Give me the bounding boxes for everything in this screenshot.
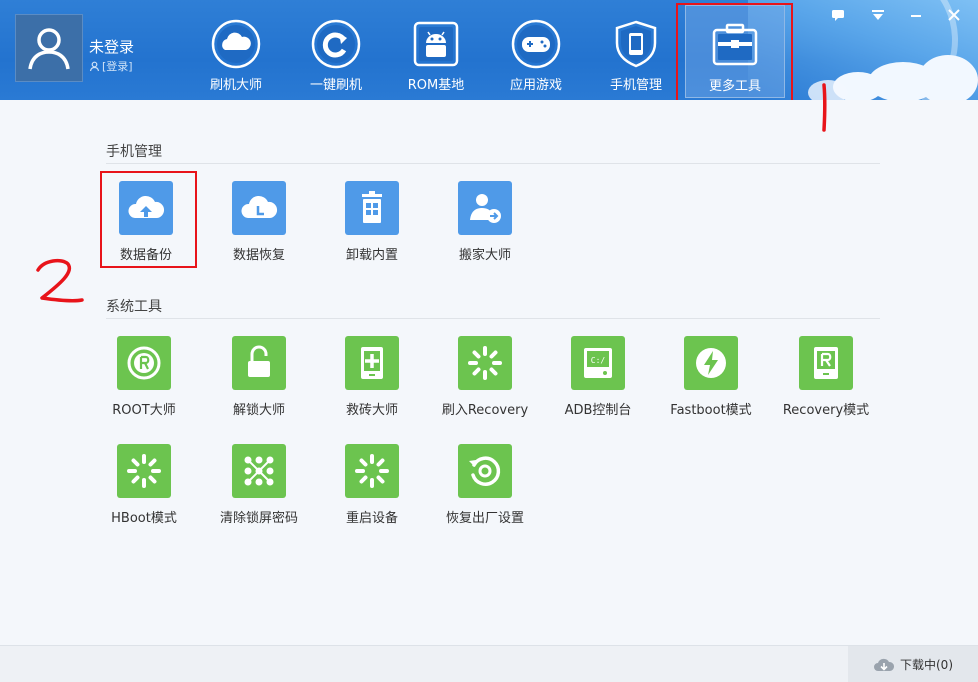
user-silhouette-icon (28, 28, 70, 70)
close-button[interactable] (945, 6, 963, 24)
nav-label: 手机管理 (609, 78, 662, 93)
tile-label: Recovery模式 (782, 403, 870, 418)
spinner-icon (127, 454, 161, 488)
tile-label: 清除锁屏密码 (219, 511, 298, 526)
user-name: 未登录 (89, 38, 135, 56)
svg-text:C:/: C:/ (591, 356, 606, 365)
tile-data-restore[interactable]: 数据恢复 (209, 181, 309, 263)
nav-label: 应用游戏 (509, 78, 562, 93)
annotation-number-1 (822, 83, 827, 132)
refresh-icon (311, 19, 361, 69)
android-icon (413, 21, 459, 67)
pattern-lock-icon (244, 456, 274, 486)
tile-label: HBoot模式 (111, 511, 177, 526)
feedback-button[interactable] (829, 6, 847, 24)
tile-label: 搬家大师 (458, 248, 511, 263)
tile-rescue-master[interactable]: 救砖大师 (322, 336, 422, 418)
download-status-button[interactable]: 下载中(0) (848, 646, 978, 682)
tile-move-master[interactable]: 搬家大师 (435, 181, 535, 263)
tile-hboot-mode[interactable]: HBoot模式 (94, 444, 194, 526)
gamepad-icon (511, 19, 561, 69)
section-title-system-tools: 系统工具 (106, 299, 162, 315)
phone-shield-icon (615, 20, 657, 68)
tile-reboot-device[interactable]: 重启设备 (322, 444, 422, 526)
nav-item-flash-master[interactable]: 刷机大师 (200, 0, 272, 100)
tile-recovery-mode[interactable]: Recovery模式 (776, 336, 876, 418)
cloud-icon (211, 19, 261, 69)
nav-item-apps-games[interactable]: 应用游戏 (500, 0, 572, 100)
factory-reset-icon (469, 456, 501, 486)
section-title-phone-mgmt: 手机管理 (106, 144, 162, 160)
unlock-icon (248, 345, 270, 377)
nav-label: 刷机大师 (209, 78, 262, 93)
avatar[interactable] (15, 14, 83, 82)
root-icon (127, 346, 161, 380)
tile-adb-console[interactable]: C:/ ADB控制台 (548, 336, 648, 418)
tile-label: Fastboot模式 (670, 403, 752, 418)
annotation-number-2 (36, 258, 84, 303)
annotation-highlight-box (100, 171, 197, 268)
tile-label: 数据恢复 (232, 248, 285, 263)
chevron-down-icon (872, 10, 884, 20)
menu-dropdown-button[interactable] (869, 6, 887, 24)
close-icon (948, 9, 960, 21)
section-divider (106, 318, 880, 319)
tile-fastboot-mode[interactable]: Fastboot模式 (661, 336, 761, 418)
status-bar: 下载中(0) (0, 645, 978, 682)
tile-label: 救砖大师 (345, 403, 398, 418)
tile-root-master[interactable]: ROOT大师 (94, 336, 194, 418)
tile-flash-recovery[interactable]: 刷入Recovery (435, 336, 535, 418)
cloud-clock-icon (241, 195, 278, 218)
nav-label: ROM基地 (407, 78, 465, 93)
nav-item-one-click-flash[interactable]: 一键刷机 (300, 0, 372, 100)
nav-item-rom-base[interactable]: ROM基地 (400, 0, 472, 100)
spinner-icon (355, 454, 389, 488)
tile-uninstall-builtin[interactable]: 卸载内置 (322, 181, 422, 263)
user-small-icon (89, 61, 100, 71)
cloud-download-icon (874, 658, 895, 671)
tile-label: ROOT大师 (112, 403, 176, 418)
login-link[interactable]: [登录] (89, 58, 133, 74)
section-divider (106, 163, 880, 164)
download-status-label: 下载中(0) (900, 658, 953, 672)
bolt-icon (696, 348, 726, 378)
console-icon: C:/ (584, 348, 612, 378)
nav-label: 一键刷机 (309, 78, 362, 93)
tile-label: 刷入Recovery (441, 403, 529, 418)
chat-bubble-icon (832, 9, 844, 21)
minimize-icon (911, 15, 921, 17)
rescue-icon (361, 347, 383, 379)
spinner-icon (468, 346, 502, 380)
minimize-button[interactable] (907, 6, 925, 24)
tile-label: 恢复出厂设置 (445, 511, 524, 526)
nav-item-phone-mgmt[interactable]: 手机管理 (600, 0, 672, 100)
tile-label: 解锁大师 (232, 403, 285, 418)
tile-unlock-master[interactable]: 解锁大师 (209, 336, 309, 418)
user-move-icon (470, 194, 501, 223)
tile-clear-lock-password[interactable]: 清除锁屏密码 (209, 444, 309, 526)
trash-apps-icon (362, 191, 382, 223)
annotation-highlight-box (676, 3, 793, 100)
recovery-r-icon (814, 347, 838, 379)
login-label[interactable]: [登录] (102, 58, 133, 74)
cloud-decoration (918, 55, 978, 100)
tile-label: 重启设备 (345, 511, 398, 526)
tile-label: 卸载内置 (345, 248, 398, 263)
tile-factory-reset[interactable]: 恢复出厂设置 (435, 444, 535, 526)
tile-label: ADB控制台 (564, 403, 632, 418)
